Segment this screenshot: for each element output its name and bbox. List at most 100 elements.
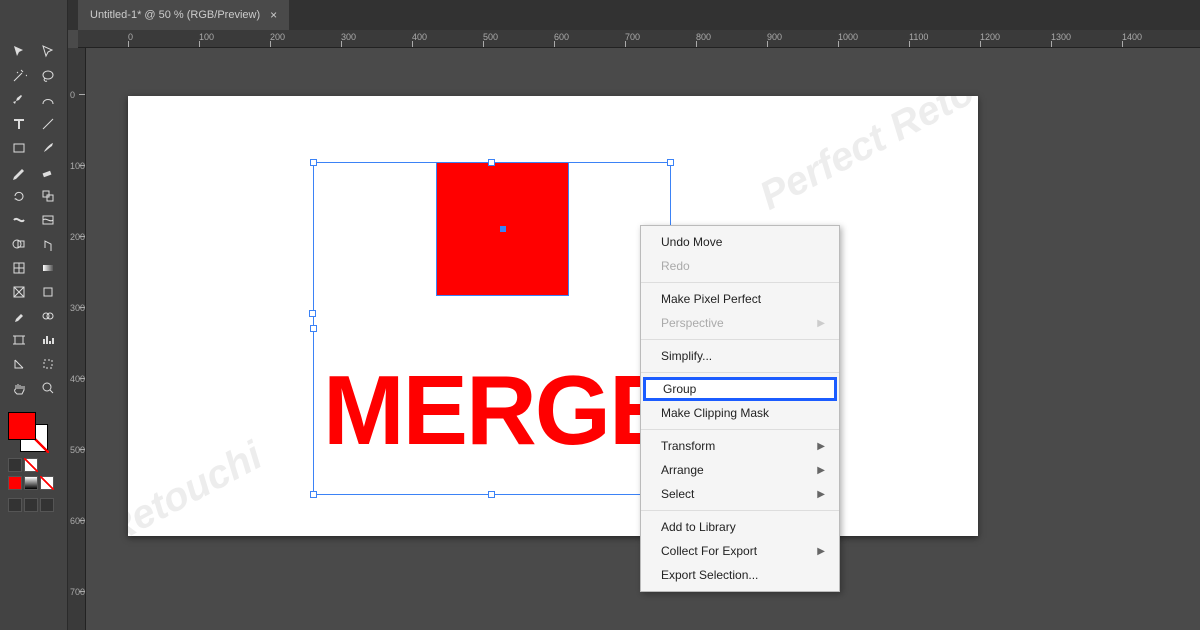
artboard[interactable]: Perfect Retou Retouchi MERGE [128, 96, 978, 536]
menu-item-arrange[interactable]: Arrange▶ [641, 458, 839, 482]
fill-swatch[interactable] [8, 412, 36, 440]
perspgrid-tool[interactable] [4, 280, 34, 304]
draw-normal-icon[interactable] [8, 498, 22, 512]
pen-tool[interactable] [4, 88, 34, 112]
menu-item-select[interactable]: Select▶ [641, 482, 839, 506]
ruler-tick: 700 [625, 30, 696, 47]
type-tool[interactable] [4, 112, 34, 136]
gradient-fill-icon[interactable] [24, 476, 38, 490]
menu-item-label: Make Clipping Mask [661, 406, 769, 420]
resize-handle[interactable] [310, 325, 317, 332]
menu-separator [641, 372, 839, 373]
scale-tool[interactable] [34, 184, 64, 208]
ruler-tick: 400 [68, 378, 85, 449]
menu-item-group[interactable]: Group [643, 377, 837, 401]
curve-icon [40, 92, 56, 108]
graph-tool[interactable] [34, 328, 64, 352]
watermark-text: Retouchi [128, 433, 270, 536]
ruler-tick: 100 [199, 30, 270, 47]
menu-item-make-clipping-mask[interactable]: Make Clipping Mask [641, 401, 839, 425]
menu-separator [641, 339, 839, 340]
perspgrid-icon [11, 284, 27, 300]
slice-tool[interactable] [4, 352, 34, 376]
draw-inside-icon[interactable] [40, 498, 54, 512]
menu-item-export-selection[interactable]: Export Selection... [641, 563, 839, 587]
mini-swap-icon[interactable] [24, 458, 38, 472]
tab-bar: Untitled-1* @ 50 % (RGB/Preview) × [0, 0, 1200, 30]
menu-item-collect-for-export[interactable]: Collect For Export ▶ [641, 539, 839, 563]
lasso-icon [40, 68, 56, 84]
menu-item-add-to-library[interactable]: Add to Library [641, 515, 839, 539]
menu-separator [641, 282, 839, 283]
zoom-icon [40, 380, 56, 396]
chevron-right-icon: ▶ [817, 546, 825, 557]
curve-tool[interactable] [34, 88, 64, 112]
menu-item-transform[interactable]: Transform▶ [641, 434, 839, 458]
resize-handle[interactable] [488, 159, 495, 166]
resize-handle[interactable] [309, 310, 316, 317]
resize-handle[interactable] [667, 159, 674, 166]
rect-tool[interactable] [4, 136, 34, 160]
close-tab-icon[interactable]: × [270, 8, 277, 22]
resize-handle[interactable] [488, 491, 495, 498]
hand-tool[interactable] [4, 376, 34, 400]
artboard-tool[interactable] [4, 328, 34, 352]
mini-default-icon[interactable] [8, 458, 22, 472]
color-swatches[interactable] [8, 412, 59, 454]
select-tool[interactable] [4, 40, 34, 64]
menu-item-simplify[interactable]: Simplify... [641, 344, 839, 368]
menu-item-label: Simplify... [661, 349, 712, 363]
ruler-tick: 200 [270, 30, 341, 47]
direct-icon [40, 44, 56, 60]
width-tool[interactable] [4, 208, 34, 232]
menu-item-label: Export Selection... [661, 568, 758, 582]
segment-icon [40, 116, 56, 132]
segment-tool[interactable] [34, 112, 64, 136]
rotate-tool[interactable] [4, 184, 34, 208]
ruler-tick: 900 [767, 30, 838, 47]
draw-behind-icon[interactable] [24, 498, 38, 512]
context-menu: Undo MoveRedoMake Pixel PerfectPerspecti… [640, 225, 840, 592]
brush-tool[interactable] [34, 136, 64, 160]
perspsel-tool[interactable] [34, 280, 64, 304]
eyedrop-tool[interactable] [4, 304, 34, 328]
gradient-tool[interactable] [34, 256, 64, 280]
lasso-tool[interactable] [34, 64, 64, 88]
mesh-tool[interactable] [4, 256, 34, 280]
selection-bounding-box [313, 162, 671, 495]
warp-tool[interactable] [34, 208, 64, 232]
pencil-tool[interactable] [4, 160, 34, 184]
perspsel-icon [40, 284, 56, 300]
rotate-icon [11, 188, 27, 204]
none-fill-icon[interactable] [40, 476, 54, 490]
eraser-tool[interactable] [34, 160, 64, 184]
resize-handle[interactable] [310, 159, 317, 166]
ruler-tick: 300 [68, 307, 85, 378]
wand-tool[interactable] [4, 64, 34, 88]
direct-tool[interactable] [34, 40, 64, 64]
document-tab[interactable]: Untitled-1* @ 50 % (RGB/Preview) × [78, 0, 289, 30]
zoom-tool[interactable] [34, 376, 64, 400]
sliceselect-tool[interactable] [34, 352, 64, 376]
fill-mode-row [8, 476, 59, 490]
symbol-tool[interactable] [34, 232, 64, 256]
blend-icon [40, 308, 56, 324]
scale-icon [40, 188, 56, 204]
ruler-tick: 800 [696, 30, 767, 47]
menu-item-label: Collect For Export [661, 544, 757, 558]
warp-icon [40, 212, 56, 228]
menu-item-undo-move[interactable]: Undo Move [641, 230, 839, 254]
menu-item-label: Make Pixel Perfect [661, 292, 761, 306]
ruler-tick: 200 [68, 236, 85, 307]
menu-item-label: Arrange [661, 463, 704, 477]
blend-tool[interactable] [34, 304, 64, 328]
solid-fill-icon[interactable] [8, 476, 22, 490]
symbol-icon [40, 236, 56, 252]
resize-handle[interactable] [310, 491, 317, 498]
ruler-tick: 1200 [980, 30, 1051, 47]
gradient-icon [40, 260, 56, 276]
menu-item-make-pixel-perfect[interactable]: Make Pixel Perfect [641, 287, 839, 311]
draw-mode-row [8, 498, 59, 512]
shape-tool[interactable] [4, 232, 34, 256]
type-icon [11, 116, 27, 132]
